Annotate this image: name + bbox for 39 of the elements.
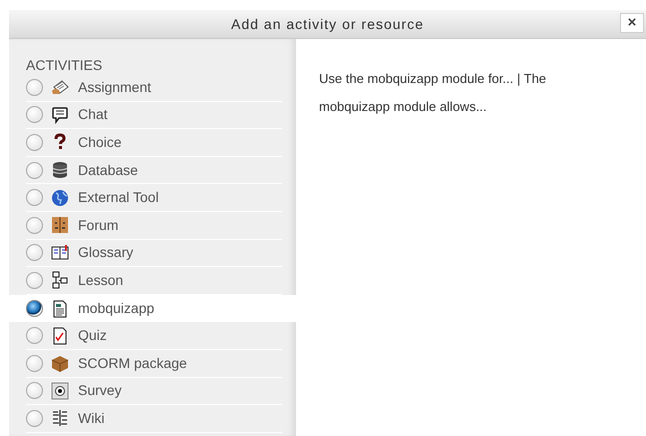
target-icon bbox=[51, 382, 69, 400]
radio-button[interactable] bbox=[26, 327, 43, 344]
radio-button[interactable] bbox=[26, 106, 43, 124]
activity-label[interactable]: Forum bbox=[78, 214, 118, 236]
radio-button[interactable] bbox=[26, 134, 43, 151]
activity-label[interactable]: Database bbox=[78, 160, 138, 181]
open-book-icon bbox=[51, 244, 69, 262]
radio-button[interactable] bbox=[26, 354, 43, 372]
radio-button[interactable] bbox=[26, 78, 43, 96]
document-icon bbox=[51, 300, 69, 318]
flowchart-icon bbox=[51, 271, 69, 290]
database-icon bbox=[51, 161, 69, 180]
radio-button[interactable] bbox=[26, 244, 43, 262]
document-hand-icon bbox=[51, 78, 69, 96]
radio-button[interactable] bbox=[26, 272, 43, 289]
activity-label[interactable]: Quiz bbox=[78, 325, 107, 346]
activity-label[interactable]: Choice bbox=[78, 132, 122, 153]
globe-icon bbox=[51, 188, 69, 207]
close-button[interactable]: × bbox=[620, 13, 644, 33]
activity-label[interactable]: Chat bbox=[78, 104, 108, 126]
speech-bubble-icon bbox=[51, 106, 69, 124]
cardboard-box-icon bbox=[51, 354, 69, 372]
checkmark-page-icon bbox=[51, 326, 69, 345]
activity-label[interactable]: Wiki bbox=[78, 408, 104, 429]
radio-button[interactable] bbox=[26, 189, 43, 206]
radio-button[interactable] bbox=[26, 382, 43, 400]
activity-label[interactable]: Lesson bbox=[78, 270, 124, 291]
activity-label[interactable]: Assignment bbox=[78, 76, 152, 98]
radio-button[interactable] bbox=[26, 410, 43, 427]
radio-button[interactable] bbox=[26, 216, 43, 234]
activity-label[interactable]: External Tool bbox=[78, 187, 159, 208]
activity-label[interactable]: SCORM package bbox=[78, 352, 187, 374]
activity-label[interactable]: Glossary bbox=[78, 242, 134, 264]
radio-button[interactable] bbox=[26, 300, 43, 318]
description-text: Use the mobquizapp module for... | The mobquizapp module allows... bbox=[319, 70, 548, 116]
activity-label[interactable]: Survey bbox=[78, 380, 122, 402]
dialog-title: Add an activity or resource bbox=[231, 14, 424, 34]
radio-button[interactable] bbox=[26, 162, 43, 179]
section-title: ACTIVITIES bbox=[25, 57, 104, 73]
